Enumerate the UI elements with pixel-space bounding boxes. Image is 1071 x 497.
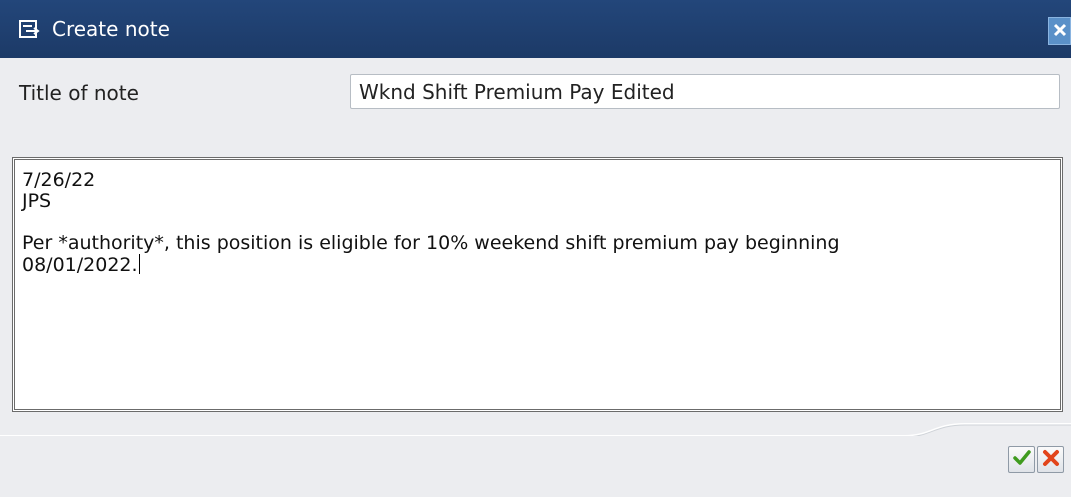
text-caret (138, 254, 140, 274)
create-note-dialog: Create note Title of note 7/26/22JPS Per… (0, 0, 1071, 497)
close-icon (1053, 22, 1067, 41)
title-field-row: Title of note (0, 58, 1071, 124)
note-line: 7/26/22 (22, 169, 96, 191)
title-label: Title of note (19, 81, 139, 105)
dialog-title: Create note (52, 17, 170, 41)
confirm-button[interactable] (1008, 446, 1035, 473)
note-line: Per *authority*, this position is eligib… (22, 232, 840, 254)
note-line-with-caret: 08/01/2022. (22, 254, 1042, 276)
note-line (22, 212, 1042, 233)
cancel-icon (1042, 449, 1060, 471)
footer-bar (0, 436, 1071, 497)
cancel-button[interactable] (1037, 446, 1064, 473)
edit-note-icon (18, 19, 40, 41)
title-bar: Create note (0, 0, 1071, 58)
note-text-content[interactable]: 7/26/22 JPS Per *authority*, this positio… (22, 170, 1042, 276)
title-input[interactable] (350, 74, 1060, 109)
close-button[interactable] (1048, 17, 1071, 45)
note-line: 08/01/2022. (22, 254, 138, 276)
checkmark-icon (1012, 448, 1032, 472)
note-line: JPS (22, 190, 52, 212)
